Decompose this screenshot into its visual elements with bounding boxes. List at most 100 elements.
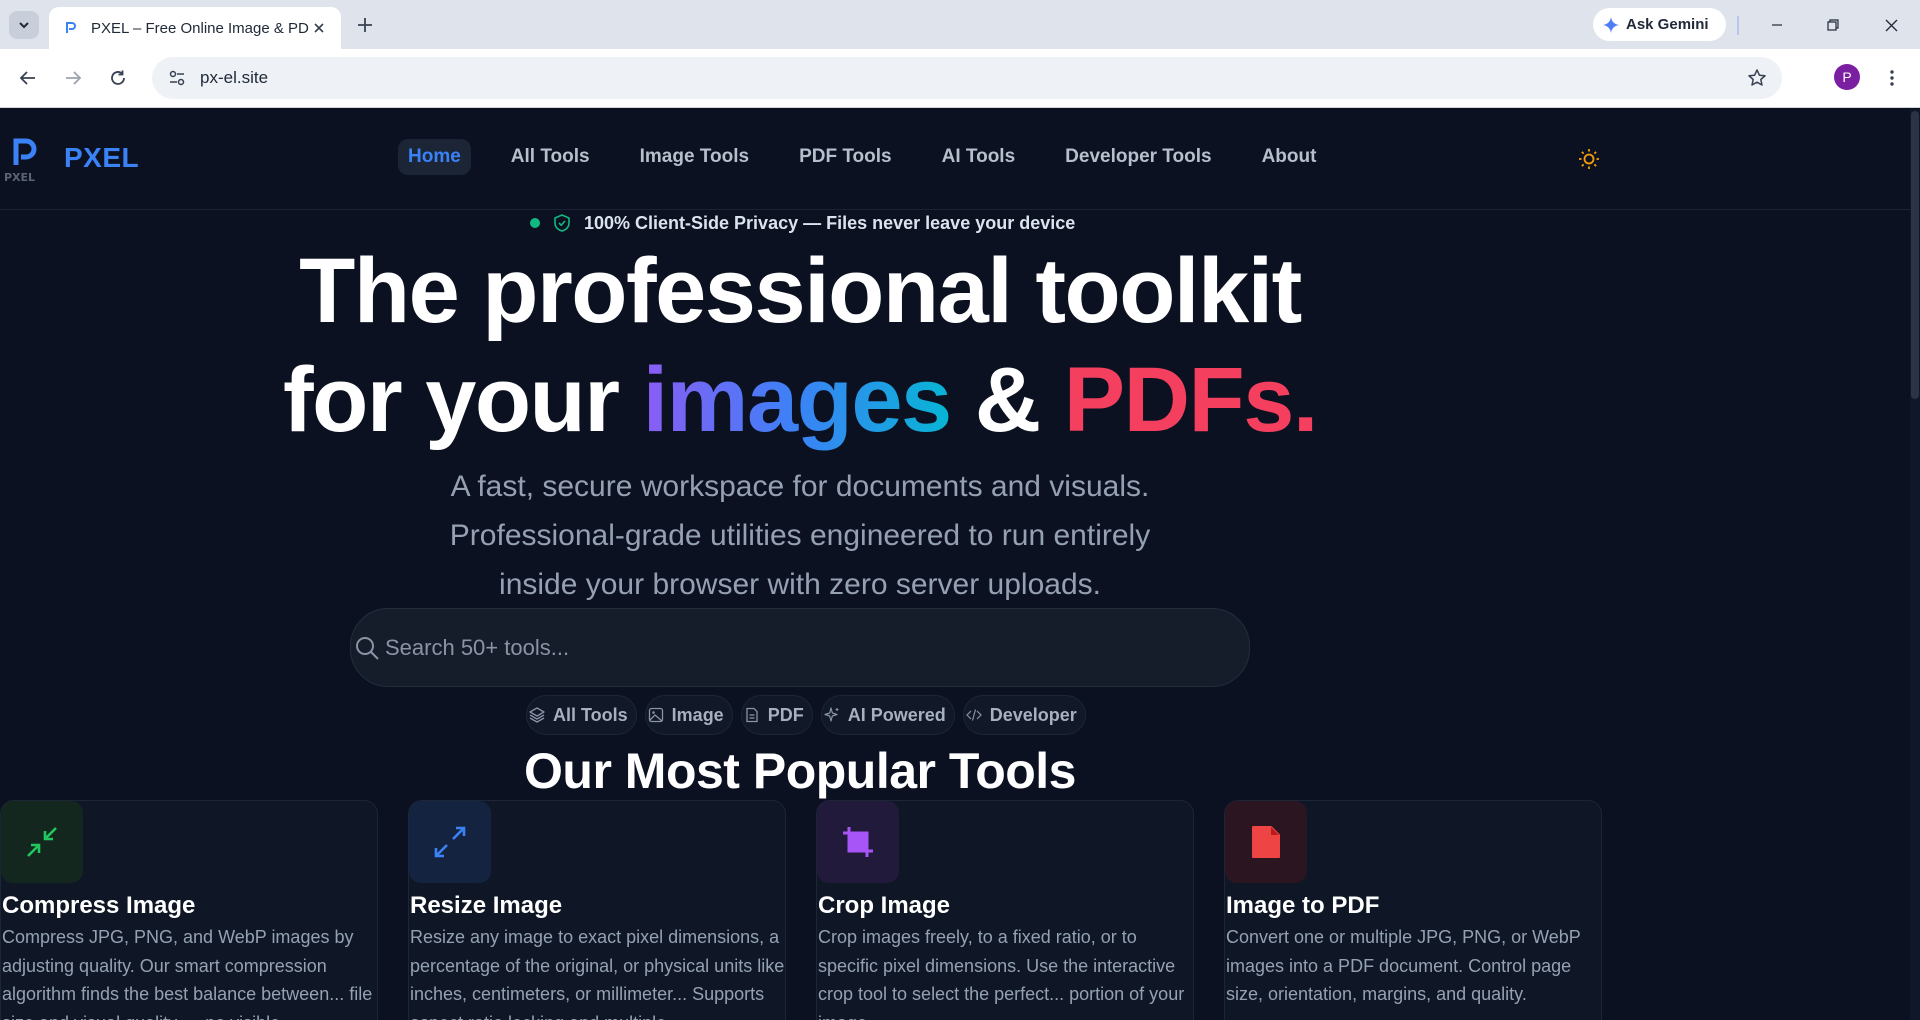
hero-subtitle: A fast, secure workspace for documents a…	[0, 462, 1600, 609]
search-icon	[353, 634, 381, 662]
reload-button[interactable]	[104, 64, 132, 92]
tool-search-bar[interactable]	[350, 608, 1250, 687]
new-tab-button[interactable]	[352, 12, 378, 38]
restore-button[interactable]	[1813, 10, 1853, 40]
code-icon	[965, 707, 982, 723]
browser-tab[interactable]: PXEL – Free Online Image & PDF Tools	[49, 7, 341, 49]
ask-gemini-button[interactable]: Ask Gemini	[1593, 8, 1726, 41]
compress-icon	[1, 801, 83, 883]
nav-home[interactable]: Home	[398, 139, 471, 175]
tool-card-compress-image[interactable]: Compress Image Compress JPG, PNG, and We…	[0, 800, 378, 1020]
image-icon	[648, 707, 664, 723]
hero-subtitle-line-3: inside your browser with zero server upl…	[499, 568, 1101, 601]
tool-card-title: Compress Image	[2, 892, 196, 919]
chip-label: Image	[671, 704, 724, 725]
profile-avatar[interactable]: P	[1834, 64, 1860, 90]
tool-card-crop-image[interactable]: Crop Image Crop images freely, to a fixe…	[816, 800, 1194, 1020]
minimize-button[interactable]	[1757, 10, 1797, 40]
tool-card-title: Crop Image	[818, 892, 951, 919]
forward-button[interactable]	[59, 64, 87, 92]
tool-card-description: Convert one or multiple JPG, PNG, or Web…	[1226, 927, 1581, 1004]
expand-icon	[409, 801, 491, 883]
chip-developer[interactable]: Developer	[962, 695, 1086, 735]
hero-text-for-your: for your	[283, 349, 643, 451]
site-info-icon[interactable]	[156, 57, 198, 99]
logo-small-text: PXEL	[4, 171, 35, 183]
tool-card-description: Resize any image to exact pixel dimensio…	[410, 927, 785, 1020]
tab-search-button[interactable]	[9, 11, 39, 39]
pxel-logo-icon[interactable]: PXEL	[2, 135, 48, 184]
main-nav: Home All Tools Image Tools PDF Tools AI …	[398, 139, 1356, 175]
tool-card-description: Crop images freely, to a fixed ratio, or…	[818, 927, 1185, 1020]
scrollbar-thumb[interactable]	[1911, 111, 1919, 399]
restore-icon	[1827, 19, 1839, 31]
toolbar-divider	[1737, 16, 1739, 35]
hero-word-pdfs: PDFs.	[1063, 349, 1319, 451]
theme-toggle-button[interactable]	[1576, 146, 1602, 172]
arrow-right-icon	[66, 71, 82, 85]
status-dot	[530, 218, 540, 228]
nav-about[interactable]: About	[1252, 139, 1327, 175]
sun-icon	[1579, 149, 1599, 169]
close-icon	[1885, 19, 1897, 31]
url-text: px-el.site	[200, 68, 269, 87]
shield-check-icon	[554, 214, 570, 232]
browser-toolbar: px-el.site P	[0, 49, 1920, 108]
chip-all-tools[interactable]: All Tools	[526, 695, 637, 735]
browser-menu-button[interactable]	[1880, 64, 1904, 92]
close-window-button[interactable]	[1871, 10, 1911, 40]
more-vertical-icon	[1890, 70, 1894, 86]
arrow-left-icon	[19, 71, 35, 85]
sparkles-icon	[824, 707, 840, 723]
nav-pdf-tools[interactable]: PDF Tools	[789, 139, 902, 175]
close-tab-icon[interactable]	[309, 18, 329, 38]
tool-card-title: Resize Image	[410, 892, 563, 919]
tab-title: PXEL – Free Online Image & PDF Tools	[91, 19, 309, 37]
tool-card-resize-image[interactable]: Resize Image Resize any image to exact p…	[408, 800, 786, 1020]
privacy-badge: 100% Client-Side Privacy — Files never l…	[530, 210, 1075, 236]
tool-card-title: Image to PDF	[1226, 892, 1380, 919]
chip-image[interactable]: Image	[644, 695, 733, 735]
plus-icon	[358, 18, 372, 32]
gemini-sparkle-icon	[1603, 16, 1619, 33]
chip-pdf[interactable]: PDF	[740, 695, 813, 735]
back-button[interactable]	[14, 64, 42, 92]
file-icon	[744, 707, 760, 723]
popular-tools-grid: Compress Image Compress JPG, PNG, and We…	[0, 800, 1632, 1020]
ask-gemini-label: Ask Gemini	[1626, 16, 1709, 33]
chip-label: All Tools	[553, 704, 628, 725]
site-favicon-icon	[63, 20, 79, 36]
chip-label: Developer	[989, 704, 1077, 725]
site-header: PXEL PXEL Home All Tools Image Tools PDF…	[0, 109, 1910, 210]
search-input[interactable]	[385, 634, 1205, 661]
hero-subtitle-line-2: Professional-grade utilities engineered …	[449, 519, 1151, 552]
layers-icon	[529, 707, 545, 723]
category-filter-chips: All Tools Image PDF AI Powered Developer	[526, 695, 1086, 735]
site-logo-text[interactable]: PXEL	[64, 142, 139, 174]
nav-image-tools[interactable]: Image Tools	[630, 139, 759, 175]
tool-card-description: Compress JPG, PNG, and WebP images by ad…	[2, 927, 373, 1020]
hero-title-line-2: for your images & PDFs.	[0, 346, 1600, 454]
privacy-badge-text: 100% Client-Side Privacy — Files never l…	[584, 212, 1076, 233]
hero-title-line-1: The professional toolkit	[299, 240, 1302, 342]
address-bar[interactable]: px-el.site	[152, 57, 1782, 99]
page-scrollbar[interactable]	[1910, 109, 1920, 1020]
minimize-icon	[1772, 24, 1782, 26]
nav-all-tools[interactable]: All Tools	[501, 139, 600, 175]
popular-tools-title: Our Most Popular Tools	[524, 743, 1076, 799]
pdf-file-icon	[1225, 801, 1307, 883]
bookmark-star-icon[interactable]	[1746, 67, 1768, 89]
tool-card-image-to-pdf[interactable]: Image to PDF Convert one or multiple JPG…	[1224, 800, 1602, 1020]
web-page: PXEL PXEL Home All Tools Image Tools PDF…	[0, 109, 1920, 1020]
chip-label: PDF	[767, 704, 804, 725]
reload-icon	[111, 70, 125, 85]
chip-label: AI Powered	[847, 704, 946, 725]
browser-tab-bar: PXEL – Free Online Image & PDF Tools Ask…	[0, 0, 1920, 49]
crop-icon	[817, 801, 899, 883]
hero-word-images: images	[642, 349, 953, 451]
nav-developer-tools[interactable]: Developer Tools	[1055, 139, 1221, 175]
chip-ai-powered[interactable]: AI Powered	[820, 695, 955, 735]
hero-subtitle-line-1: A fast, secure workspace for documents a…	[450, 470, 1150, 503]
chevron-down-icon	[19, 22, 29, 29]
nav-ai-tools[interactable]: AI Tools	[932, 139, 1026, 175]
